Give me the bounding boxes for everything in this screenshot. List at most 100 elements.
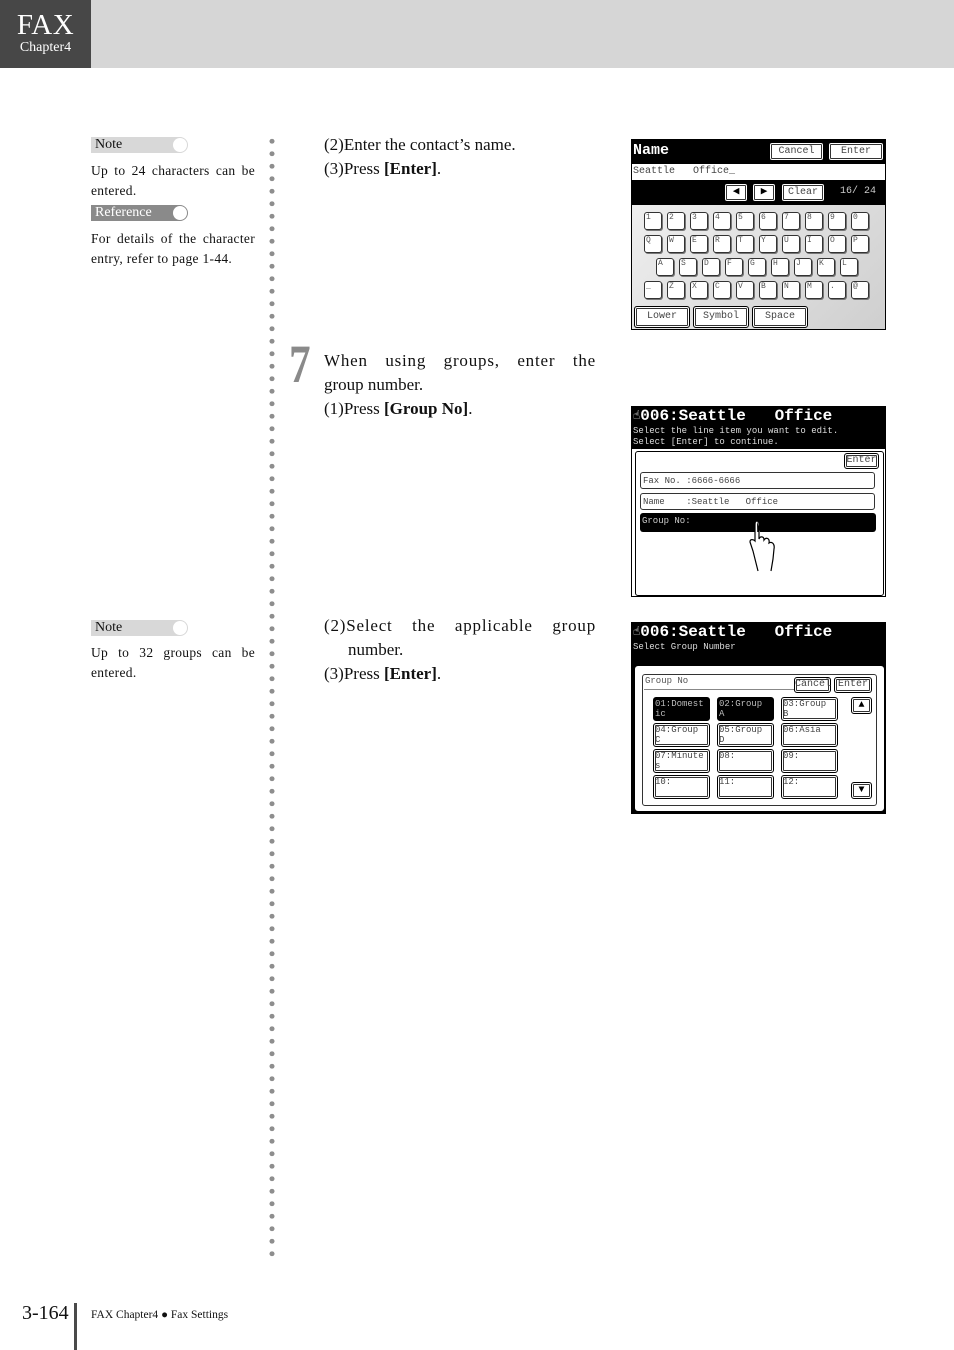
group-button[interactable]: 12: xyxy=(781,775,838,799)
clear-button[interactable]: Clear xyxy=(781,183,825,202)
group-button[interactable]: 07:Minutes xyxy=(653,749,710,773)
screen-title: 006:Seattle Office xyxy=(640,407,833,425)
key-button[interactable]: 8 xyxy=(805,212,823,230)
key-button[interactable]: 3 xyxy=(690,212,708,230)
key-button[interactable]: H xyxy=(771,258,789,276)
key-button[interactable]: 4 xyxy=(713,212,731,230)
screen-title: 006:Seattle Office xyxy=(640,623,833,641)
edit-toolbar: ◀ ▶ Clear 16/ 24 xyxy=(632,180,885,205)
punct: . xyxy=(436,664,442,683)
key-button[interactable]: T xyxy=(736,235,754,253)
circle-icon xyxy=(173,621,187,635)
scroll-up-button[interactable]: ▲ xyxy=(851,697,872,714)
group-button[interactable]: 10: xyxy=(653,775,710,799)
name-input[interactable]: Seattle Office_ xyxy=(632,164,885,180)
fax-number-item[interactable]: Fax No. :6666-6666 xyxy=(640,472,875,489)
group-button[interactable]: 09: xyxy=(781,749,838,773)
step-text: When using groups, enter the xyxy=(324,351,596,370)
substep-number: (2) xyxy=(324,616,347,635)
lower-button[interactable]: Lower xyxy=(634,306,690,328)
group-button[interactable]: 05:Group D xyxy=(717,723,774,747)
scroll-down-button[interactable]: ▼ xyxy=(851,782,872,799)
substep-text: Press xyxy=(343,664,384,683)
instruction-text: Select the line item you want to edit. xyxy=(633,426,839,436)
key-button[interactable]: _ xyxy=(644,281,662,299)
key-button[interactable]: G xyxy=(748,258,766,276)
group-button[interactable]: 03:Group B xyxy=(781,697,838,721)
cursor-left-button[interactable]: ◀ xyxy=(724,183,748,202)
key-button[interactable]: Y xyxy=(759,235,777,253)
divider xyxy=(644,689,794,690)
key-button[interactable]: Z xyxy=(667,281,685,299)
cursor-right-button[interactable]: ▶ xyxy=(752,183,776,202)
enter-button[interactable]: Enter xyxy=(844,453,879,469)
cancel-button[interactable]: Cancel xyxy=(794,677,831,693)
key-button[interactable]: 6 xyxy=(759,212,777,230)
enter-button[interactable]: Enter xyxy=(828,142,884,161)
punct: . xyxy=(436,159,442,178)
group-button[interactable]: 01:Domestic xyxy=(653,697,710,721)
key-button[interactable]: S xyxy=(679,258,697,276)
substep-text: Press xyxy=(343,159,384,178)
key-button[interactable]: @ xyxy=(851,281,869,299)
key-button[interactable]: 5 xyxy=(736,212,754,230)
key-button[interactable]: L xyxy=(840,258,858,276)
note-label: Note xyxy=(95,137,123,152)
key-button[interactable]: B xyxy=(759,281,777,299)
key-button[interactable]: 9 xyxy=(828,212,846,230)
bullet-icon: ● xyxy=(161,1309,169,1321)
reference-badge: Reference xyxy=(91,205,188,221)
step-number: 7 xyxy=(289,334,311,394)
key-button[interactable]: E xyxy=(690,235,708,253)
edit-entry-screen: ☝006:Seattle Office Select the line item… xyxy=(631,406,886,597)
key-button[interactable]: P xyxy=(851,235,869,253)
key-button[interactable]: O xyxy=(828,235,846,253)
group-button[interactable]: 08: xyxy=(717,749,774,773)
key-button[interactable]: K xyxy=(817,258,835,276)
key-button[interactable]: 0 xyxy=(851,212,869,230)
footer-section: FAX Chapter4 xyxy=(91,1309,159,1321)
cancel-button[interactable]: Cancel xyxy=(769,142,824,161)
key-name: [Group No] xyxy=(383,399,469,418)
key-button[interactable]: 2 xyxy=(667,212,685,230)
key-button[interactable]: I xyxy=(805,235,823,253)
key-button[interactable]: X xyxy=(690,281,708,299)
space-button[interactable]: Space xyxy=(752,306,808,328)
group-button[interactable]: 11: xyxy=(717,775,774,799)
key-button[interactable]: C xyxy=(713,281,731,299)
footer-topic: Fax Settings xyxy=(170,1309,229,1321)
substep-text: Select the applicable group xyxy=(346,616,596,635)
screen-header: ☝006:Seattle Office Select the line item… xyxy=(632,407,885,449)
group-button[interactable]: 04:Group C xyxy=(653,723,710,747)
instruction-block: (2)Select the applicable group number. (… xyxy=(324,614,596,686)
screen-header: ☝006:Seattle Office Select Group Number xyxy=(632,623,885,663)
substep-number: (3) xyxy=(324,159,344,178)
key-button[interactable]: 7 xyxy=(782,212,800,230)
circle-icon xyxy=(173,206,187,220)
key-button[interactable]: R xyxy=(713,235,731,253)
key-button[interactable]: A xyxy=(656,258,674,276)
key-button[interactable]: J xyxy=(794,258,812,276)
key-button[interactable]: D xyxy=(702,258,720,276)
key-button[interactable]: . xyxy=(828,281,846,299)
chapter-tab: FAX Chapter4 xyxy=(0,0,91,68)
key-button[interactable]: F xyxy=(725,258,743,276)
key-button[interactable]: N xyxy=(782,281,800,299)
enter-button[interactable]: Enter xyxy=(834,677,872,693)
key-button[interactable]: Q xyxy=(644,235,662,253)
reference-label: Reference xyxy=(95,205,152,220)
dotted-divider xyxy=(269,135,275,1260)
symbol-button[interactable]: Symbol xyxy=(693,306,749,328)
substep-text: Enter the contact’s name. xyxy=(343,135,516,154)
key-button[interactable]: W xyxy=(667,235,685,253)
key-button[interactable]: M xyxy=(805,281,823,299)
group-button[interactable]: 06:Asia xyxy=(781,723,838,747)
name-item[interactable]: Name :Seattle Office xyxy=(640,493,875,510)
note-text: Up to 24 characters can be entered. xyxy=(91,163,255,198)
key-button[interactable]: 1 xyxy=(644,212,662,230)
group-button[interactable]: 02:Group A xyxy=(717,697,774,721)
punct: . xyxy=(468,399,473,418)
key-button[interactable]: V xyxy=(736,281,754,299)
key-button[interactable]: U xyxy=(782,235,800,253)
footer-breadcrumb: FAX Chapter4 ● Fax Settings xyxy=(91,1309,228,1321)
